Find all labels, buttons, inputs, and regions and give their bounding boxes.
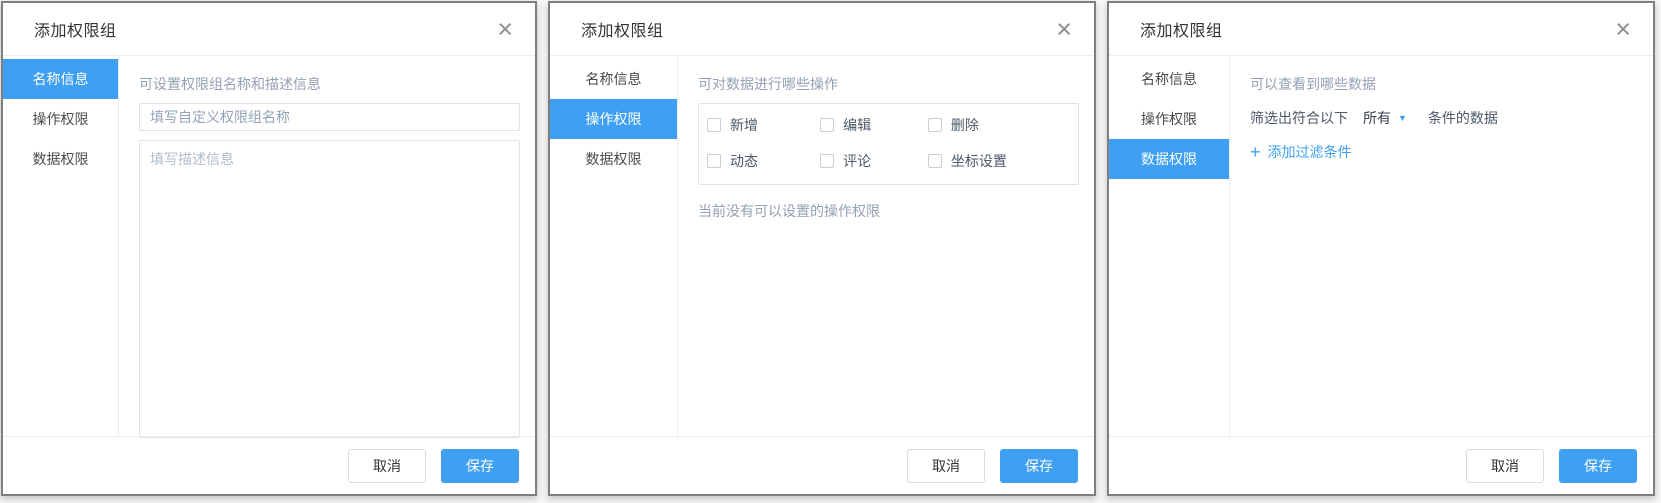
filter-suffix-text: 条件的数据 (1428, 108, 1498, 128)
tab-operation-permissions[interactable]: 操作权限 (3, 99, 118, 139)
dialog-title: 添加权限组 (581, 17, 664, 41)
no-operation-permissions-note: 当前没有可以设置的操作权限 (698, 197, 1079, 221)
name-info-panel: 可设置权限组名称和描述信息 (119, 56, 535, 436)
checkbox-label: 评论 (843, 151, 871, 171)
checkbox-icon (707, 118, 721, 132)
operation-permissions-panel: 可对数据进行哪些操作 新增 编辑 删除 (678, 56, 1094, 436)
save-button[interactable]: 保存 (1000, 449, 1078, 483)
tab-name-info[interactable]: 名称信息 (550, 59, 677, 99)
tab-operation-permissions[interactable]: 操作权限 (550, 99, 677, 139)
filter-match-value: 所有 (1363, 108, 1391, 128)
dialog-title: 添加权限组 (34, 17, 117, 41)
checkbox-add[interactable]: 新增 (707, 115, 820, 135)
checkbox-icon (928, 154, 942, 168)
checkbox-comment[interactable]: 评论 (820, 151, 928, 171)
checkbox-edit[interactable]: 编辑 (820, 115, 928, 135)
cancel-button[interactable]: 取消 (907, 449, 985, 483)
checkbox-coordinate-settings[interactable]: 坐标设置 (928, 151, 1068, 171)
panel-hint: 可对数据进行哪些操作 (698, 67, 1079, 103)
cancel-button[interactable]: 取消 (348, 449, 426, 483)
checkbox-icon (928, 118, 942, 132)
panel-hint: 可以查看到哪些数据 (1250, 67, 1638, 103)
dialog-sidebar: 名称信息 操作权限 数据权限 (3, 56, 119, 436)
add-filter-condition-link[interactable]: + 添加过滤条件 (1250, 138, 1352, 162)
group-name-input[interactable] (139, 103, 520, 131)
chevron-down-icon: ▼ (1398, 114, 1407, 123)
add-permission-group-dialog-name-tab: 添加权限组 × 名称信息 操作权限 数据权限 可设置权限组名称和描述信息 取消 … (1, 1, 537, 496)
dialog-footer: 取消 保存 (3, 436, 535, 494)
close-icon[interactable]: × (1056, 19, 1072, 39)
dialog-body: 名称信息 操作权限 数据权限 可设置权限组名称和描述信息 (3, 56, 535, 436)
data-permissions-panel: 可以查看到哪些数据 筛选出符合以下 所有 ▼ 条件的数据 + 添加过滤条件 (1230, 56, 1653, 436)
close-icon[interactable]: × (497, 19, 513, 39)
checkbox-label: 新增 (730, 115, 758, 135)
tab-data-permissions[interactable]: 数据权限 (1109, 139, 1229, 179)
tab-operation-permissions[interactable]: 操作权限 (1109, 99, 1229, 139)
add-permission-group-dialog-data-tab: 添加权限组 × 名称信息 操作权限 数据权限 可以查看到哪些数据 筛选出符合以下… (1107, 1, 1655, 496)
checkbox-delete[interactable]: 删除 (928, 115, 1068, 135)
dialog-body: 名称信息 操作权限 数据权限 可以查看到哪些数据 筛选出符合以下 所有 ▼ 条件… (1109, 56, 1653, 436)
filter-prefix-text: 筛选出符合以下 (1250, 108, 1348, 128)
tab-data-permissions[interactable]: 数据权限 (550, 139, 677, 179)
checkbox-label: 删除 (951, 115, 979, 135)
save-button[interactable]: 保存 (1559, 449, 1637, 483)
filter-condition-row: 筛选出符合以下 所有 ▼ 条件的数据 (1250, 103, 1638, 138)
dialog-header: 添加权限组 × (1109, 3, 1653, 56)
dialog-header: 添加权限组 × (550, 3, 1094, 56)
dialog-sidebar: 名称信息 操作权限 数据权限 (550, 56, 678, 436)
dialog-sidebar: 名称信息 操作权限 数据权限 (1109, 56, 1230, 436)
dialog-body: 名称信息 操作权限 数据权限 可对数据进行哪些操作 新增 编辑 (550, 56, 1094, 436)
checkbox-icon (820, 118, 834, 132)
tab-name-info[interactable]: 名称信息 (1109, 59, 1229, 99)
dialog-title: 添加权限组 (1140, 17, 1223, 41)
tab-data-permissions[interactable]: 数据权限 (3, 139, 118, 179)
checkbox-label: 编辑 (843, 115, 871, 135)
dialogs-row: 添加权限组 × 名称信息 操作权限 数据权限 可设置权限组名称和描述信息 取消 … (0, 0, 1661, 496)
dialog-header: 添加权限组 × (3, 3, 535, 56)
group-description-textarea[interactable] (139, 140, 520, 438)
filter-match-dropdown[interactable]: 所有 ▼ (1363, 108, 1407, 128)
checkbox-icon (820, 154, 834, 168)
checkbox-label: 坐标设置 (951, 151, 1007, 171)
operation-checkbox-group: 新增 编辑 删除 动态 (698, 103, 1079, 185)
cancel-button[interactable]: 取消 (1466, 449, 1544, 483)
panel-hint: 可设置权限组名称和描述信息 (139, 67, 520, 103)
tab-name-info[interactable]: 名称信息 (3, 59, 118, 99)
dialog-footer: 取消 保存 (1109, 436, 1653, 494)
checkbox-icon (707, 154, 721, 168)
add-filter-label: 添加过滤条件 (1268, 142, 1352, 162)
dialog-footer: 取消 保存 (550, 436, 1094, 494)
checkbox-label: 动态 (730, 151, 758, 171)
checkbox-activity[interactable]: 动态 (707, 151, 820, 171)
save-button[interactable]: 保存 (441, 449, 519, 483)
add-permission-group-dialog-operation-tab: 添加权限组 × 名称信息 操作权限 数据权限 可对数据进行哪些操作 新增 编辑 (548, 1, 1096, 496)
close-icon[interactable]: × (1615, 19, 1631, 39)
plus-icon: + (1250, 145, 1261, 159)
